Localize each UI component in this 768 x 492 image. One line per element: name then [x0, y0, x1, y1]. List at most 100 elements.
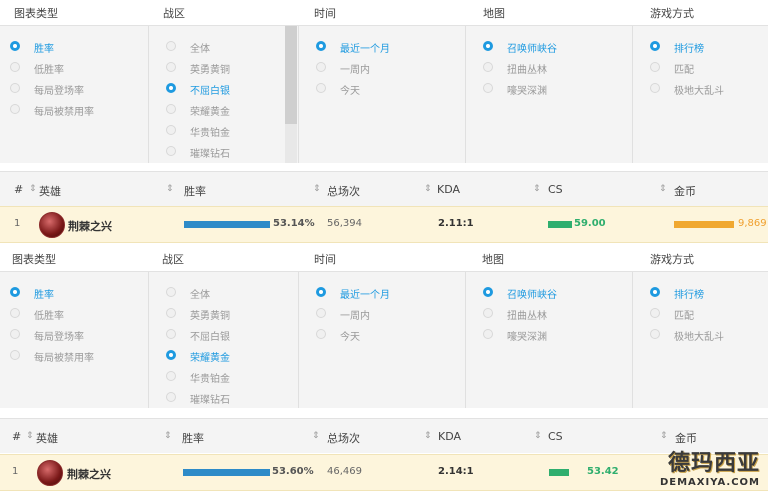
col-hero[interactable]: 英雄 [39, 183, 61, 199]
filter-header: 图表类型 战区 时间 地图 游戏方式 [0, 0, 768, 25]
sort-icon[interactable]: ⇕ [312, 431, 320, 441]
radio-icon [10, 83, 20, 93]
filter-panel-2: 图表类型 战区 时间 地图 游戏方式 胜率 低胜率 每局登场率 每局被禁用率 全… [0, 246, 768, 492]
col-cs[interactable]: CS [548, 183, 563, 196]
radio-icon [650, 62, 660, 72]
col-games[interactable]: 总场次 [327, 430, 360, 446]
chart-type-column: 胜率 低胜率 每局登场率 每局被禁用率 [0, 26, 149, 163]
cs-bar [548, 221, 572, 228]
mode-column: 排行榜 匹配 极地大乱斗 [633, 272, 768, 408]
header-time: 时间 [314, 253, 336, 266]
radio-icon [10, 41, 20, 51]
radio-icon [483, 41, 493, 51]
sort-icon[interactable]: ⇕ [424, 184, 432, 194]
radio-icon [166, 371, 176, 381]
table-header: # ⇕ 英雄 ⇕ 胜率 ⇕ 总场次 ⇕ KDA ⇕ CS ⇕ 金币 [0, 171, 768, 206]
cs-bar [549, 469, 569, 476]
winrate-bar [184, 221, 270, 228]
hero-avatar[interactable] [39, 212, 65, 238]
filter-options: 胜率 低胜率 每局登场率 每局被禁用率 全体 英勇黄铜 不屈白银 荣耀黄金 华贵… [0, 271, 768, 408]
radio-icon [166, 287, 176, 297]
map-column: 召唤师峡谷 扭曲丛林 嚎哭深渊 [466, 26, 633, 163]
header-region: 战区 [163, 7, 185, 20]
col-kda[interactable]: KDA [437, 183, 460, 196]
time-column: 最近一个月 一周内 今天 [299, 26, 466, 163]
sort-icon[interactable]: ⇕ [29, 184, 37, 194]
games-value: 56,394 [327, 218, 362, 229]
sort-icon[interactable]: ⇕ [424, 431, 432, 441]
sort-icon[interactable]: ⇕ [534, 431, 542, 441]
scrollbar-thumb[interactable] [285, 26, 297, 124]
radio-icon [166, 329, 176, 339]
filter-header: 图表类型 战区 时间 地图 游戏方式 [0, 246, 768, 271]
col-cs[interactable]: CS [548, 430, 563, 443]
hero-name[interactable]: 荆棘之兴 [68, 218, 112, 234]
radio-icon [650, 287, 660, 297]
radio-icon [10, 308, 20, 318]
radio-icon [650, 308, 660, 318]
table-row[interactable]: 1 荆棘之兴 53.60% 46,469 2.14:1 53.42 [0, 454, 768, 491]
radio-icon [483, 62, 493, 72]
col-gold[interactable]: 金币 [675, 430, 697, 446]
radio-icon [316, 308, 326, 318]
radio-icon [316, 287, 326, 297]
header-map: 地图 [482, 253, 504, 266]
gold-value: 9,869 [738, 218, 767, 229]
radio-icon [166, 41, 176, 51]
radio-icon [10, 62, 20, 72]
sort-icon[interactable]: ⇕ [26, 431, 34, 441]
watermark-url: DEMAXIYA.COM [659, 477, 760, 488]
games-value: 46,469 [327, 466, 362, 477]
sort-icon[interactable]: ⇕ [659, 184, 667, 194]
hero-avatar[interactable] [37, 460, 63, 486]
radio-icon [483, 329, 493, 339]
radio-icon [166, 308, 176, 318]
header-mode: 游戏方式 [650, 253, 694, 266]
table-header: # ⇕ 英雄 ⇕ 胜率 ⇕ 总场次 ⇕ KDA ⇕ CS ⇕ 金币 [0, 418, 768, 453]
col-winrate[interactable]: 胜率 [184, 183, 206, 199]
radio-icon [483, 83, 493, 93]
sort-icon[interactable]: ⇕ [660, 431, 668, 441]
cs-value: 59.00 [574, 218, 606, 229]
gold-bar [674, 221, 734, 228]
radio-icon [166, 83, 176, 93]
hero-name[interactable]: 荆棘之兴 [67, 466, 111, 482]
kda-value: 2.14:1 [438, 466, 474, 477]
map-column: 召唤师峡谷 扭曲丛林 嚎哭深渊 [466, 272, 633, 408]
col-hero[interactable]: 英雄 [36, 430, 58, 446]
chart-type-column: 胜率 低胜率 每局登场率 每局被禁用率 [0, 272, 149, 408]
sort-icon[interactable]: ⇕ [533, 184, 541, 194]
radio-icon [166, 350, 176, 360]
col-kda[interactable]: KDA [438, 430, 461, 443]
radio-icon [10, 350, 20, 360]
sort-icon[interactable]: ⇕ [164, 431, 172, 441]
table-row[interactable]: 1 荆棘之兴 53.14% 56,394 2.11:1 59.00 9,869 [0, 206, 768, 243]
col-games[interactable]: 总场次 [327, 183, 360, 199]
sort-icon[interactable]: ⇕ [313, 184, 321, 194]
col-gold[interactable]: 金币 [674, 183, 696, 199]
radio-icon [10, 329, 20, 339]
radio-icon [650, 329, 660, 339]
radio-icon [10, 104, 20, 114]
radio-icon [650, 83, 660, 93]
region-column: 全体 英勇黄铜 不屈白银 荣耀黄金 华贵铂金 璀璨钻石 [149, 26, 299, 163]
sort-icon[interactable]: ⇕ [166, 184, 174, 194]
radio-icon [483, 287, 493, 297]
radio-icon [166, 104, 176, 114]
radio-icon [316, 329, 326, 339]
col-winrate[interactable]: 胜率 [182, 430, 204, 446]
watermark-logo-text: 德玛西亚 [667, 451, 760, 476]
winrate-bar [183, 469, 270, 476]
region-scrollbar[interactable] [285, 26, 297, 163]
radio-icon [316, 83, 326, 93]
header-chart-type: 图表类型 [14, 7, 58, 20]
radio-icon [650, 41, 660, 51]
time-column: 最近一个月 一周内 今天 [299, 272, 466, 408]
header-mode: 游戏方式 [650, 7, 694, 20]
radio-icon [10, 287, 20, 297]
header-time: 时间 [314, 7, 336, 20]
filter-panel-1: 图表类型 战区 时间 地图 游戏方式 胜率 低胜率 每局登场率 每局被禁用率 全… [0, 0, 768, 244]
radio-icon [316, 62, 326, 72]
winrate-value: 53.14% [273, 218, 315, 229]
col-rank: # [14, 183, 24, 196]
